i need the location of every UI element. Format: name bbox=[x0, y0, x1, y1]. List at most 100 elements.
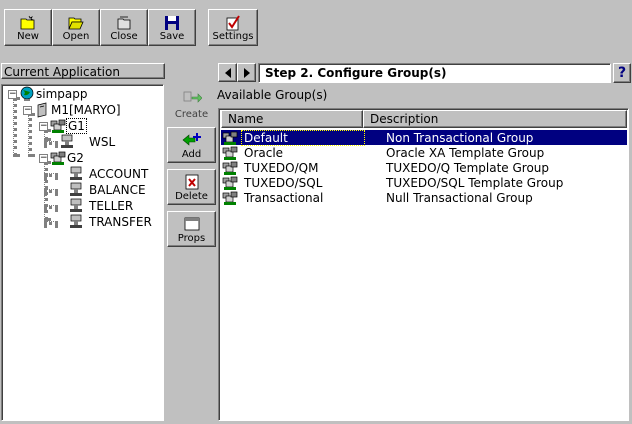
machine-icon bbox=[37, 102, 47, 118]
tree-label-g2: G2 bbox=[67, 151, 84, 165]
delete-button-label: Delete bbox=[175, 191, 208, 202]
settings-button-label: Settings bbox=[212, 31, 254, 42]
tree-node-wsl[interactable]: WSL bbox=[59, 134, 115, 150]
group-description: TUXEDO/SQL Template Group bbox=[386, 175, 564, 190]
group-icon bbox=[222, 191, 238, 205]
step-title: Step 2. Configure Group(s) bbox=[258, 63, 611, 83]
arrow-left-icon bbox=[224, 67, 231, 78]
tree-node-service[interactable]: ACCOUNT bbox=[68, 166, 148, 182]
add-arrow-icon bbox=[182, 133, 201, 146]
add-button-label: Add bbox=[181, 149, 202, 160]
group-name: TUXEDO/SQL bbox=[244, 175, 323, 190]
table-row[interactable]: TUXEDO/SQL TUXEDO/SQL Template Group bbox=[221, 175, 627, 190]
tree-node-service[interactable]: BALANCE bbox=[68, 182, 146, 198]
create-button[interactable]: Create bbox=[167, 86, 216, 122]
tree-node-g1[interactable]: − G1 bbox=[39, 118, 87, 134]
add-button[interactable]: Add bbox=[167, 127, 216, 163]
tree-connector bbox=[13, 97, 17, 157]
table-row[interactable]: Oracle Oracle XA Template Group bbox=[221, 145, 627, 160]
group-description: Non Transactional Group bbox=[386, 130, 534, 145]
group-icon bbox=[222, 161, 238, 175]
group-description: TUXEDO/Q Template Group bbox=[386, 160, 550, 175]
tree-node-service[interactable]: TELLER bbox=[68, 198, 133, 214]
collapse-toggle[interactable]: − bbox=[39, 153, 48, 163]
tree-node-service[interactable]: TRANSFER bbox=[68, 214, 152, 230]
tree-label-service: TELLER bbox=[89, 199, 134, 213]
group-name: Default bbox=[241, 129, 365, 146]
create-button-label: Create bbox=[174, 109, 209, 120]
group-icon bbox=[50, 151, 66, 166]
create-arrow-icon bbox=[183, 91, 202, 103]
new-button-label: New bbox=[17, 31, 39, 42]
props-button-label: Props bbox=[177, 233, 206, 244]
collapse-toggle[interactable]: − bbox=[23, 105, 32, 115]
tree-node-simpapp[interactable]: − simpapp bbox=[8, 86, 87, 102]
help-button[interactable]: ? bbox=[613, 63, 631, 83]
open-button[interactable]: Open bbox=[52, 9, 100, 46]
tree-connector bbox=[28, 113, 32, 157]
delete-x-icon bbox=[185, 174, 198, 190]
tree-node-machine[interactable]: − M1[MARYO] bbox=[23, 102, 121, 118]
tree-label-service: TRANSFER bbox=[89, 215, 152, 229]
file-button-group: New Open Close Save bbox=[4, 9, 196, 46]
save-button-label: Save bbox=[159, 31, 185, 42]
settings-button-group: Settings bbox=[208, 9, 258, 46]
group-icon bbox=[50, 119, 66, 134]
table-row[interactable]: TUXEDO/QM TUXEDO/Q Template Group bbox=[221, 160, 627, 175]
group-icon bbox=[222, 146, 238, 160]
open-button-label: Open bbox=[62, 31, 90, 42]
toolbar: New Open Close Save Settings bbox=[0, 0, 632, 52]
column-header-name[interactable]: Name bbox=[221, 110, 363, 128]
new-folder-icon bbox=[20, 15, 35, 30]
tree-connector bbox=[44, 221, 58, 225]
tree-connector bbox=[44, 141, 58, 145]
group-icon bbox=[222, 131, 238, 145]
server-icon bbox=[69, 166, 83, 181]
server-icon bbox=[69, 214, 83, 229]
table-row[interactable]: Default Non Transactional Group bbox=[221, 129, 627, 146]
close-button[interactable]: Close bbox=[100, 9, 148, 46]
delete-button[interactable]: Delete bbox=[167, 169, 216, 205]
open-folder-icon bbox=[68, 17, 84, 30]
server-icon bbox=[69, 182, 83, 197]
tree-label-service: ACCOUNT bbox=[89, 167, 149, 181]
close-button-label: Close bbox=[110, 31, 138, 42]
group-name: Oracle bbox=[244, 145, 284, 160]
save-button[interactable]: Save bbox=[148, 9, 196, 46]
available-groups-title: Available Group(s) bbox=[217, 88, 328, 102]
tree-connector bbox=[44, 205, 58, 209]
tree-label-root: simpapp bbox=[36, 87, 88, 101]
group-name: TUXEDO/QM bbox=[244, 160, 319, 175]
group-description: Null Transactional Group bbox=[386, 190, 533, 205]
properties-window-icon bbox=[184, 217, 199, 231]
previous-step-button[interactable] bbox=[218, 63, 237, 82]
groups-list[interactable]: Name Description Default Non Transaction… bbox=[218, 108, 629, 421]
tree-node-g2[interactable]: − G2 bbox=[39, 150, 84, 166]
tree-label-g1: G1 bbox=[66, 118, 87, 134]
floppy-disk-icon bbox=[165, 16, 179, 30]
application-tree[interactable]: − simpapp − M1[MARYO] − G1 WSL − G2 ACCO… bbox=[1, 84, 164, 421]
group-name: Transactional bbox=[244, 190, 324, 205]
new-button[interactable]: New bbox=[4, 9, 52, 46]
column-header-description[interactable]: Description bbox=[363, 110, 627, 128]
arrow-right-icon bbox=[243, 67, 250, 78]
collapse-toggle[interactable]: − bbox=[8, 89, 17, 99]
globe-icon bbox=[20, 86, 34, 101]
tree-connector bbox=[44, 173, 58, 177]
props-button[interactable]: Props bbox=[167, 211, 216, 247]
group-description: Oracle XA Template Group bbox=[386, 145, 545, 160]
tree-label-machine: M1[MARYO] bbox=[51, 103, 121, 117]
next-step-button[interactable] bbox=[237, 63, 256, 82]
server-icon bbox=[60, 134, 74, 149]
group-icon bbox=[222, 176, 238, 190]
current-application-title: Current Application bbox=[1, 63, 165, 79]
settings-button[interactable]: Settings bbox=[208, 9, 258, 46]
tree-connector bbox=[44, 189, 58, 193]
close-folder-icon bbox=[117, 16, 131, 30]
checklist-icon bbox=[226, 15, 240, 31]
collapse-toggle[interactable]: − bbox=[39, 121, 48, 131]
tree-label-service: BALANCE bbox=[89, 183, 146, 197]
table-row[interactable]: Transactional Null Transactional Group bbox=[221, 190, 627, 205]
server-icon bbox=[69, 198, 83, 213]
tree-label-wsl: WSL bbox=[89, 135, 116, 149]
